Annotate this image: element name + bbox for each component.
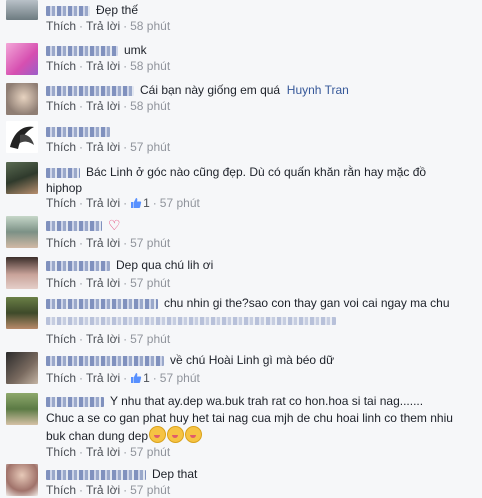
- comment-text: umk: [124, 43, 147, 57]
- tongue-emoji-icon: [149, 426, 167, 443]
- avatar[interactable]: [6, 393, 38, 425]
- comment-text: Dep qua chú lih ơi: [116, 258, 214, 272]
- like-link[interactable]: Thích: [46, 59, 76, 73]
- comment-text-continued: Chuc a se co gan phat huy het tai nag cu…: [46, 411, 453, 425]
- timestamp[interactable]: 57 phút: [130, 483, 170, 497]
- commenter-name[interactable]: [46, 396, 104, 407]
- like-link[interactable]: Thích: [46, 332, 76, 346]
- like-link[interactable]: Thích: [46, 140, 76, 154]
- reply-link[interactable]: Trả lời: [86, 332, 120, 346]
- like-link[interactable]: Thích: [46, 483, 76, 497]
- reply-link[interactable]: Trả lời: [86, 59, 120, 73]
- like-count[interactable]: 1: [130, 371, 150, 385]
- avatar[interactable]: [6, 162, 38, 194]
- commenter-name[interactable]: [46, 85, 134, 96]
- avatar[interactable]: [6, 352, 38, 384]
- avatar[interactable]: [6, 257, 38, 289]
- like-link[interactable]: Thích: [46, 99, 76, 113]
- like-count[interactable]: 1: [130, 196, 150, 210]
- thumbs-up-icon: [131, 373, 142, 383]
- avatar[interactable]: [6, 121, 38, 153]
- reply-link[interactable]: Trả lời: [86, 196, 120, 210]
- commenter-name[interactable]: [46, 167, 80, 178]
- reply-link[interactable]: Trả lời: [86, 99, 120, 113]
- comment-text: Dep that: [152, 467, 198, 481]
- commenter-name[interactable]: [46, 298, 158, 309]
- commenter-name[interactable]: [46, 469, 146, 480]
- comment-text: Đẹp thế: [96, 3, 139, 17]
- timestamp[interactable]: 57 phút: [160, 196, 200, 210]
- timestamp[interactable]: 57 phút: [160, 371, 200, 385]
- like-link[interactable]: Thích: [46, 196, 76, 210]
- timestamp[interactable]: 57 phút: [130, 332, 170, 346]
- reply-link[interactable]: Trả lời: [86, 371, 120, 385]
- commenter-name[interactable]: [46, 5, 90, 16]
- comment-text-continued: hiphop: [46, 181, 83, 195]
- timestamp[interactable]: 58 phút: [130, 99, 170, 113]
- commenter-name[interactable]: [46, 220, 102, 231]
- avatar[interactable]: [6, 216, 38, 248]
- reply-link[interactable]: Trả lời: [86, 276, 120, 290]
- comment-text: chu nhin gi the?sao con thay gan voi cai…: [164, 296, 450, 310]
- commenter-name[interactable]: [46, 260, 110, 271]
- like-link[interactable]: Thích: [46, 236, 76, 250]
- reply-link[interactable]: Trả lời: [86, 483, 120, 497]
- avatar[interactable]: [6, 83, 38, 115]
- like-link[interactable]: Thích: [46, 445, 76, 459]
- reply-link[interactable]: Trả lời: [86, 445, 120, 459]
- timestamp[interactable]: 57 phút: [130, 276, 170, 290]
- tagged-user-link[interactable]: Huynh Tran: [287, 83, 349, 97]
- timestamp[interactable]: 57 phút: [130, 140, 170, 154]
- timestamp[interactable]: 58 phút: [130, 59, 170, 73]
- timestamp[interactable]: 57 phút: [130, 236, 170, 250]
- like-link[interactable]: Thích: [46, 276, 76, 290]
- commenter-name[interactable]: [46, 126, 110, 137]
- tongue-emoji-icon: [185, 426, 203, 443]
- timestamp[interactable]: 57 phút: [130, 445, 170, 459]
- avatar[interactable]: [6, 43, 38, 75]
- avatar[interactable]: [6, 0, 38, 20]
- reply-link[interactable]: Trả lời: [86, 236, 120, 250]
- tongue-emoji-icon: [167, 426, 185, 443]
- commenter-name[interactable]: [46, 355, 164, 366]
- avatar[interactable]: [6, 297, 38, 329]
- avatar[interactable]: [6, 464, 38, 496]
- reply-link[interactable]: Trả lời: [86, 19, 120, 33]
- comment-text: Cái bạn này giống em quá: [140, 83, 281, 97]
- blurred-text: [46, 312, 474, 325]
- reply-link[interactable]: Trả lời: [86, 140, 120, 154]
- thumbs-up-icon: [131, 198, 142, 208]
- comment-text: Y nhu that ay.dep wa.buk trah rat co hon…: [110, 394, 424, 408]
- comment-text-continued: buk chan dung dep: [46, 429, 149, 443]
- heart-icon: ♡: [108, 217, 121, 233]
- commenter-name[interactable]: [46, 45, 118, 56]
- comment-text: Bác Linh ở góc nào cũng đẹp. Dù có quấn …: [86, 165, 427, 179]
- like-link[interactable]: Thích: [46, 19, 76, 33]
- timestamp[interactable]: 58 phút: [130, 19, 170, 33]
- like-link[interactable]: Thích: [46, 371, 76, 385]
- comment-text: về chú Hoài Linh gì mà béo dữ: [170, 353, 335, 367]
